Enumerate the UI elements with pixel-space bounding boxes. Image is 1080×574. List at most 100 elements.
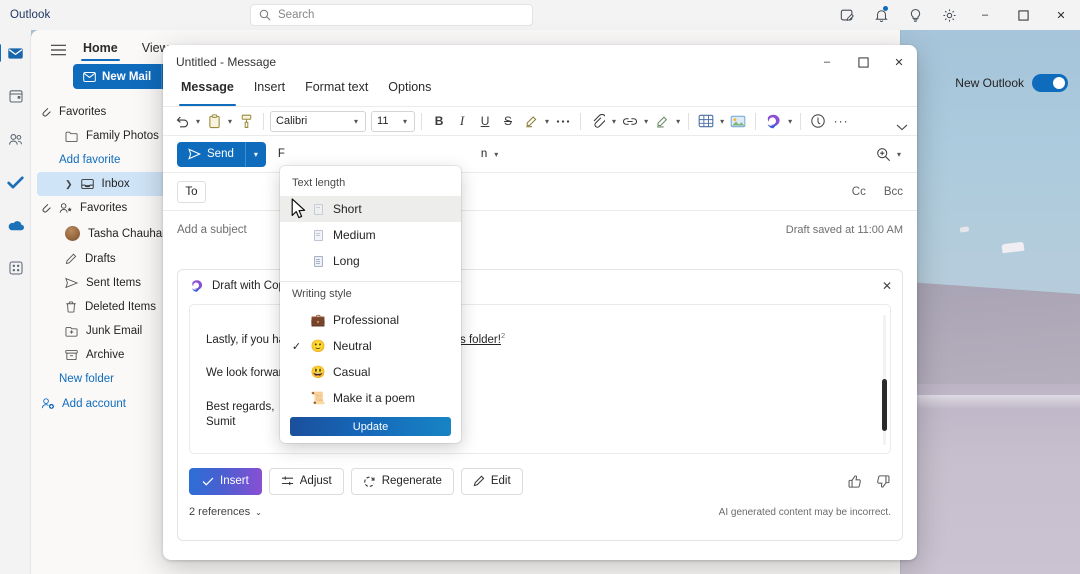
zoom-caret[interactable]: ▾ — [895, 150, 903, 159]
font-size-select[interactable]: 11 ▾ — [371, 111, 415, 132]
strikethrough-button[interactable]: S — [497, 109, 519, 133]
attach-icon[interactable] — [587, 109, 609, 133]
folder-archive-label: Archive — [86, 349, 124, 361]
bell-icon[interactable] — [864, 0, 898, 30]
new-mail-main[interactable]: New Mail — [73, 64, 161, 89]
compose-tab-message[interactable]: Message — [178, 79, 237, 106]
signature-icon[interactable] — [651, 109, 673, 133]
paste-icon[interactable] — [203, 109, 225, 133]
menu-item-long[interactable]: Long — [280, 248, 461, 274]
copilot-caret[interactable]: ▾ — [786, 117, 794, 126]
outlook-brand: Outlook — [10, 9, 50, 21]
copilot-close-icon[interactable]: ✕ — [882, 279, 892, 293]
note-icon[interactable] — [830, 0, 864, 30]
new-outlook-toggle[interactable] — [1032, 74, 1068, 92]
link-icon[interactable] — [619, 109, 641, 133]
references-caret: ⌄ — [255, 508, 262, 517]
draft-scrollbar-thumb[interactable] — [882, 379, 887, 431]
menu-item-professional[interactable]: 💼 Professional — [280, 307, 461, 333]
menu-item-make-it-a-poem[interactable]: 📜 Make it a poem — [280, 385, 461, 411]
subject-input[interactable]: Add a subject — [177, 224, 247, 236]
link-caret[interactable]: ▾ — [642, 117, 650, 126]
menu-item-casual-label: Casual — [333, 365, 370, 379]
menu-item-neutral[interactable]: ✓ 🙂 Neutral — [280, 333, 461, 359]
window-minimize-button[interactable]: – — [966, 0, 1004, 30]
cc-bcc-group: Cc Bcc — [852, 186, 903, 198]
draft-citation-1[interactable]: 2 — [501, 331, 505, 340]
ribbon-tab-home[interactable]: Home — [79, 38, 122, 61]
picture-icon[interactable] — [727, 109, 749, 133]
window-close-button[interactable]: ✕ — [1042, 0, 1080, 30]
dictate-icon[interactable] — [807, 109, 829, 133]
regenerate-button[interactable]: Regenerate — [351, 468, 454, 495]
font-name-select[interactable]: Calibri ▾ — [270, 111, 366, 132]
send-button-group[interactable]: Send ▾ — [177, 142, 266, 167]
references-toggle[interactable]: 2 references ⌄ — [189, 506, 262, 518]
folder-junk-label: Junk Email — [86, 325, 142, 337]
zoom-icon[interactable] — [876, 147, 891, 162]
rail-item-todo[interactable] — [3, 169, 29, 195]
rail-item-apps[interactable] — [3, 255, 29, 281]
table-caret[interactable]: ▾ — [718, 117, 726, 126]
highlight-caret[interactable]: ▾ — [543, 117, 551, 126]
font-name-caret[interactable]: ▾ — [352, 117, 360, 126]
lightbulb-icon[interactable] — [898, 0, 932, 30]
compose-maximize-button[interactable] — [845, 45, 881, 79]
underline-button[interactable]: U — [474, 109, 496, 133]
from-address-partial[interactable]: n ▾ — [481, 148, 500, 160]
compose-minimize-button[interactable]: – — [809, 45, 845, 79]
toolbar-overflow-icon[interactable]: ··· — [830, 109, 852, 133]
compose-close-button[interactable]: ✕ — [881, 45, 917, 79]
formatting-toolbar: ▾ ▾ Calibri ▾ 11 ▾ B I U S ▾ — [163, 106, 917, 136]
attach-caret[interactable]: ▾ — [610, 117, 618, 126]
edit-button[interactable]: Edit — [461, 468, 523, 495]
paste-caret[interactable]: ▾ — [226, 117, 234, 126]
compose-tab-insert[interactable]: Insert — [251, 79, 288, 106]
new-outlook-toggle-group[interactable]: New Outlook — [890, 68, 1080, 98]
briefcase-icon: 💼 — [310, 313, 326, 327]
copilot-icon[interactable] — [762, 109, 785, 133]
highlight-icon[interactable] — [520, 109, 542, 133]
compose-tab-options[interactable]: Options — [385, 79, 434, 106]
toolbar-collapse-icon[interactable] — [896, 124, 908, 131]
bold-button[interactable]: B — [428, 109, 450, 133]
window-maximize-button[interactable] — [1004, 0, 1042, 30]
zoom-control[interactable]: ▾ — [876, 147, 903, 162]
font-size-caret[interactable]: ▾ — [401, 117, 409, 126]
compose-tab-format-text[interactable]: Format text — [302, 79, 371, 106]
send-button[interactable]: Send — [177, 142, 245, 167]
rail-item-mail[interactable] — [3, 40, 29, 66]
from-caret-icon[interactable]: ▾ — [492, 150, 500, 159]
cc-button[interactable]: Cc — [852, 186, 866, 198]
rail-item-calendar[interactable] — [3, 83, 29, 109]
to-field-label[interactable]: To — [177, 181, 206, 203]
table-icon[interactable] — [695, 109, 717, 133]
hamburger-icon[interactable] — [47, 39, 69, 61]
rail-item-people[interactable] — [3, 126, 29, 152]
subject-row[interactable]: Add a subject Draft saved at 11:00 AM — [163, 210, 917, 248]
signature-caret[interactable]: ▾ — [674, 117, 682, 126]
thumbs-down-icon[interactable] — [876, 474, 891, 489]
thumbs-up-icon[interactable] — [847, 474, 862, 489]
undo-caret[interactable]: ▾ — [194, 117, 202, 126]
update-button[interactable]: Update — [290, 417, 451, 436]
undo-icon[interactable] — [171, 109, 193, 133]
adjust-button[interactable]: Adjust — [269, 468, 344, 495]
draft-p2-before: We look forwar — [206, 367, 282, 379]
format-painter-icon[interactable] — [235, 109, 257, 133]
bcc-button[interactable]: Bcc — [884, 186, 903, 198]
envelope-icon — [83, 72, 96, 82]
search-box[interactable]: Search — [250, 4, 533, 26]
gear-icon[interactable] — [932, 0, 966, 30]
font-more-icon[interactable] — [552, 109, 574, 133]
send-caret[interactable]: ▾ — [245, 142, 266, 167]
insert-button[interactable]: Insert — [189, 468, 262, 495]
chevron-right-icon[interactable]: ❯ — [65, 179, 73, 190]
menu-item-casual[interactable]: 😃 Casual — [280, 359, 461, 385]
to-row[interactable]: To Cc Bcc — [163, 172, 917, 210]
mouse-cursor — [291, 198, 308, 221]
rail-item-onedrive[interactable] — [3, 212, 29, 238]
menu-item-medium[interactable]: Medium — [280, 222, 461, 248]
italic-button[interactable]: I — [451, 109, 473, 133]
from-field-partial[interactable]: F — [278, 148, 285, 160]
